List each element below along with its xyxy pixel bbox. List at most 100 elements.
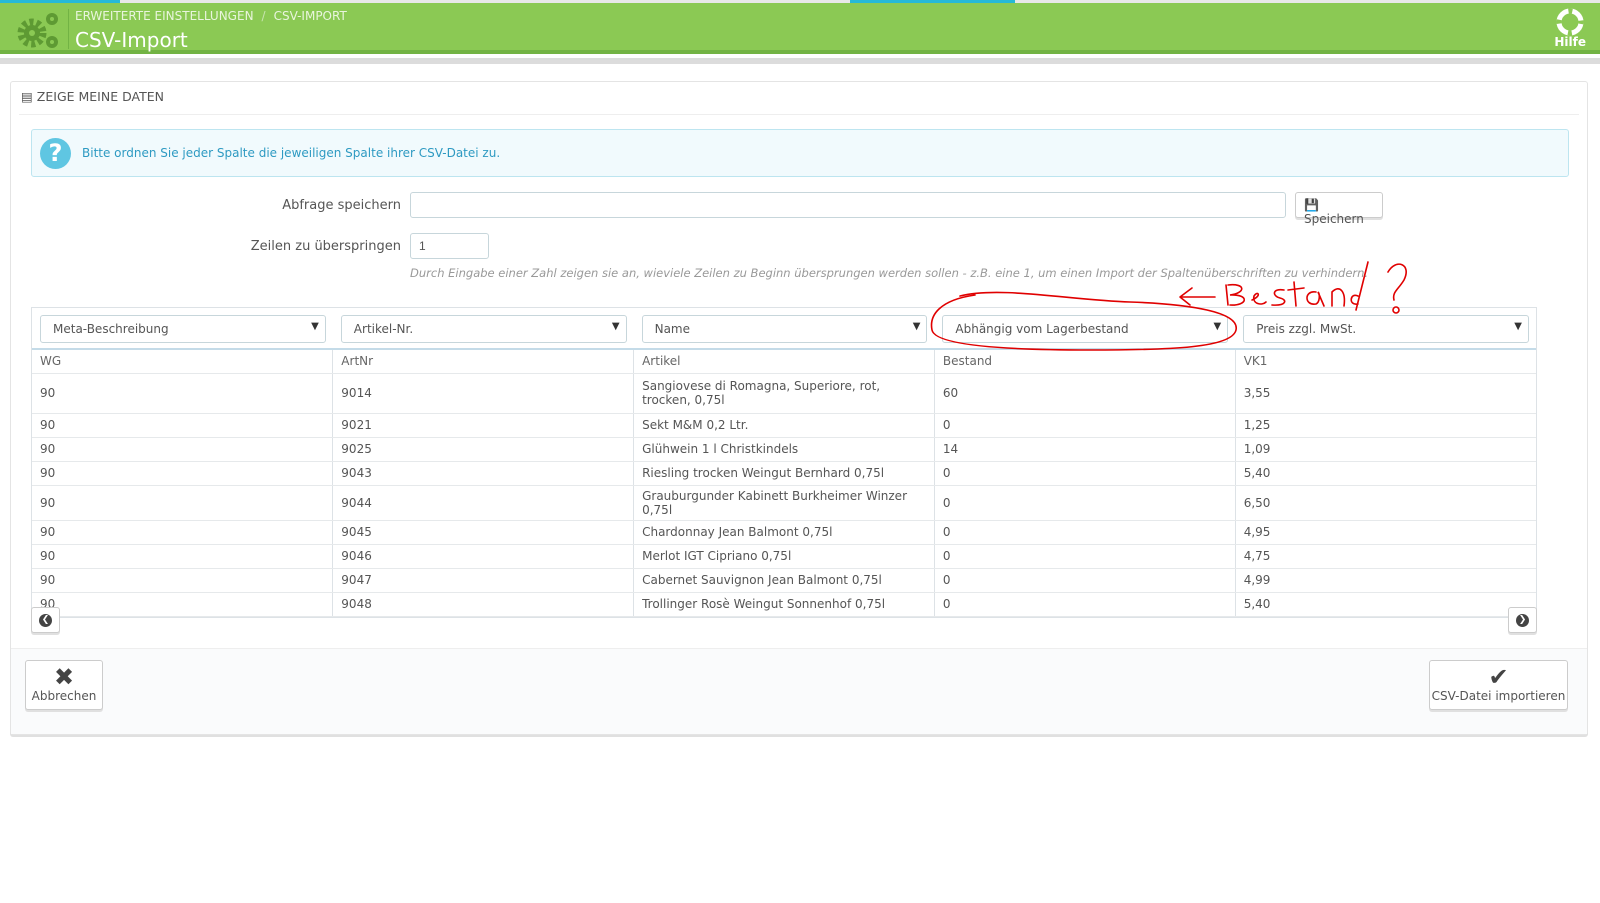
skip-rows-hint: Durch Eingabe einer Zahl zeigen sie an, …: [410, 266, 1369, 280]
table-cell: 4,95: [1235, 520, 1536, 545]
caret-down-icon: ▼: [912, 321, 921, 332]
table-cell: 1,09: [1235, 437, 1536, 462]
chevron-right-icon: ❯: [1516, 614, 1529, 627]
cancel-button[interactable]: ✖ Abbrechen: [25, 660, 103, 710]
save-query-input[interactable]: [410, 192, 1286, 218]
column-mapping-select[interactable]: Name ▼: [641, 315, 928, 343]
table-cell: Trollinger Rosè Weingut Sonnenhof 0,75l: [633, 592, 935, 617]
table-cell: 0: [934, 485, 1236, 521]
table-cell: Grauburgunder Kabinett Burkheimer Winzer…: [633, 485, 935, 521]
column-mapping-select[interactable]: Meta-Beschreibung ▼: [40, 315, 326, 343]
save-button[interactable]: 💾 Speichern: [1295, 192, 1383, 226]
table-cell: 3,55: [1235, 373, 1536, 414]
table-cell: 0: [934, 592, 1236, 617]
panel-heading: ▤ Zeige meine Daten: [21, 89, 164, 104]
table-cell: 0: [934, 461, 1236, 486]
floppy-icon: 💾: [1304, 198, 1319, 212]
caret-down-icon: ▼: [611, 321, 620, 332]
table-cell: 0: [934, 544, 1236, 569]
table-cell: Cabernet Sauvignon Jean Balmont 0,75l: [633, 568, 935, 593]
caret-down-icon: ▼: [1213, 321, 1222, 332]
save-query-label: Abfrage speichern: [282, 198, 401, 213]
table-cell: Chardonnay Jean Balmont 0,75l: [633, 520, 935, 545]
table-cell: Merlot IGT Cipriano 0,75l: [633, 544, 935, 569]
chevron-left-icon: ❮: [39, 614, 52, 627]
table-cell: 5,40: [1235, 592, 1536, 617]
table-cell: 4,99: [1235, 568, 1536, 593]
table-row: 90 9014 Sangiovese di Romagna, Superiore, …: [32, 373, 1536, 414]
table-cell: 14: [934, 437, 1236, 462]
table-cell: 90: [32, 413, 334, 438]
table-cell: 9048: [332, 592, 635, 617]
column-header: WG: [32, 350, 334, 374]
lifebuoy-icon: [1556, 8, 1584, 36]
prev-button[interactable]: ❮: [31, 607, 60, 633]
next-button[interactable]: ❯: [1508, 607, 1537, 633]
caret-down-icon: ▼: [311, 321, 319, 332]
table-cell: 9046: [332, 544, 635, 569]
info-alert: ? Bitte ordnen Sie jeder Spalte die jewe…: [31, 129, 1569, 177]
table-cell: 9047: [332, 568, 635, 593]
table-cell: 90: [32, 592, 334, 617]
check-icon: ✔: [1488, 663, 1509, 691]
column-header: Bestand: [934, 350, 1236, 374]
preview-table: Meta-Beschreibung ▼ Artikel-Nr. ▼ Name ▼ Abhän…: [31, 307, 1537, 618]
table-cell: 6,50: [1235, 485, 1536, 521]
table-cell: Riesling trocken Weingut Bernhard 0,75l: [633, 461, 935, 486]
table-cell: 0: [934, 413, 1236, 438]
import-button[interactable]: ✔ CSV-Datei importieren: [1429, 660, 1568, 710]
table-row: 90 9043 Riesling trocken Weingut Bernhard …: [32, 461, 1536, 486]
close-icon: ✖: [53, 663, 75, 691]
panel-footer: ✖ Abbrechen ✔ CSV-Datei importieren: [11, 648, 1587, 734]
table-cell: 60: [934, 373, 1236, 414]
table-row: 90 9044 Grauburgunder Kabinett Burkheimer …: [32, 485, 1536, 521]
table-row: 90 9047 Cabernet Sauvignon Jean Balmont 0,…: [32, 568, 1536, 593]
column-header: Artikel: [633, 350, 935, 374]
table-cell: 9021: [332, 413, 635, 438]
table-cell: 9044: [332, 485, 635, 521]
column-header: VK1: [1235, 350, 1536, 374]
table-cell: 1,25: [1235, 413, 1536, 438]
table-row: 90 9046 Merlot IGT Cipriano 0,75l 0 4,75: [32, 544, 1536, 569]
breadcrumb-item[interactable]: ERWEITERTE EINSTELLUNGEN: [75, 9, 254, 23]
table-cell: 9014: [332, 373, 635, 414]
table-header-row: WG ArtNr Artikel Bestand VK1: [32, 350, 1536, 374]
table-cell: 90: [32, 485, 334, 521]
table-row: 90 9025 Glühwein 1 l Christkindels 14 1,09: [32, 437, 1536, 462]
question-icon: ?: [40, 138, 71, 169]
table-row: 90 9045 Chardonnay Jean Balmont 0,75l 0 4,95: [32, 520, 1536, 545]
table-cell: 90: [32, 437, 334, 462]
skip-rows-input[interactable]: [410, 233, 489, 259]
table-cell: Sangiovese di Romagna, Superiore, rot, t…: [633, 373, 935, 414]
csv-import-panel: ▤ Zeige meine Daten ? Bitte ordnen Sie j…: [10, 81, 1588, 735]
table-cell: 0: [934, 520, 1236, 545]
table-cell: 0: [934, 568, 1236, 593]
breadcrumb-item[interactable]: CSV-IMPORT: [274, 9, 347, 23]
help-button[interactable]: Hilfe: [1554, 8, 1586, 49]
page-title: CSV-Import: [75, 28, 188, 52]
table-cell: 9045: [332, 520, 635, 545]
table-cell: Sekt M&M 0,2 Ltr.: [633, 413, 935, 438]
table-row: 90 9021 Sekt M&M 0,2 Ltr. 0 1,25: [32, 413, 1536, 438]
table-cell: 4,75: [1235, 544, 1536, 569]
table-cell: 9025: [332, 437, 635, 462]
skip-rows-label: Zeilen zu überspringen: [250, 239, 401, 254]
table-cell: 90: [32, 461, 334, 486]
list-alt-icon: ▤: [21, 89, 33, 104]
column-mapping-select[interactable]: Preis zzgl. MwSt. ▼: [1243, 315, 1529, 343]
table-cell: Glühwein 1 l Christkindels: [633, 437, 935, 462]
table-cell: 90: [32, 544, 334, 569]
column-mapping-select[interactable]: Artikel-Nr. ▼: [340, 315, 627, 343]
table-cell: 90: [32, 373, 334, 414]
breadcrumb: ERWEITERTE EINSTELLUNGEN / CSV-IMPORT: [75, 9, 347, 23]
caret-down-icon: ▼: [1514, 321, 1522, 332]
column-mapping-select[interactable]: Abhängig vom Lagerbestand ▼: [942, 315, 1229, 343]
page-header: ERWEITERTE EINSTELLUNGEN / CSV-IMPORT CSV-…: [0, 3, 1600, 54]
table-cell: 9043: [332, 461, 635, 486]
table-row: 90 9048 Trollinger Rosè Weingut Sonnenhof …: [32, 592, 1536, 617]
column-header: ArtNr: [332, 350, 635, 374]
table-cell: 90: [32, 520, 334, 545]
table-cell: 5,40: [1235, 461, 1536, 486]
gears-icon: [17, 13, 58, 48]
table-cell: 90: [32, 568, 334, 593]
